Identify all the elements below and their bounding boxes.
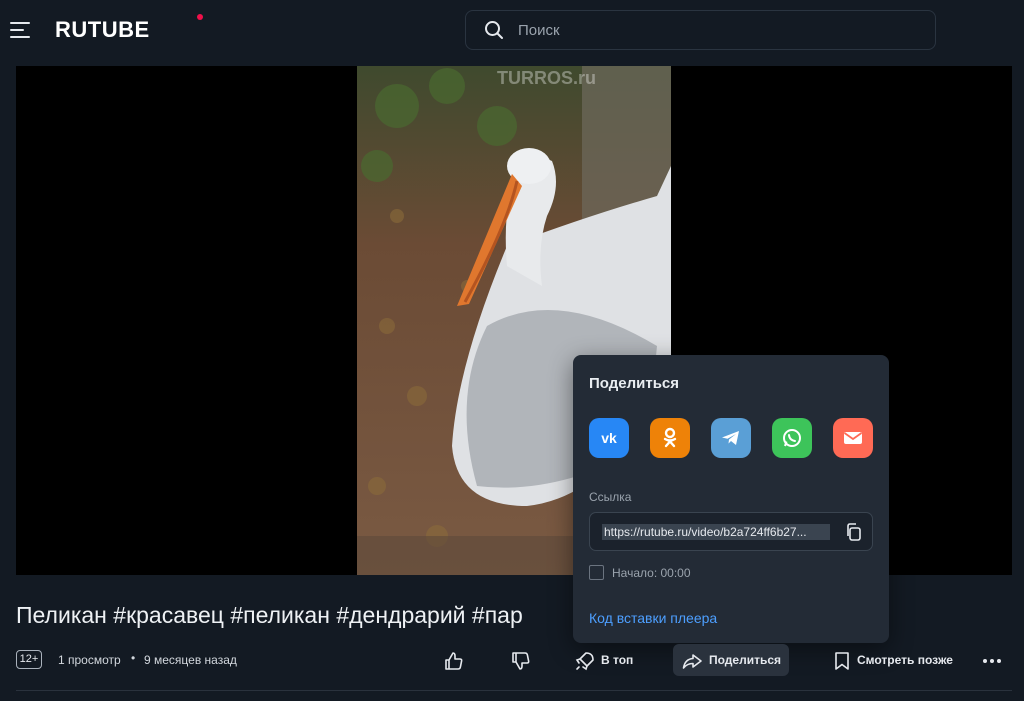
watch-later-button[interactable]: Смотреть позже <box>829 644 961 676</box>
email-icon <box>843 432 863 444</box>
search-icon[interactable] <box>484 20 504 40</box>
share-ok-button[interactable] <box>650 418 690 458</box>
meta-separator: • <box>131 651 136 665</box>
share-email-button[interactable] <box>833 418 873 458</box>
more-button[interactable] <box>980 644 1004 676</box>
to-top-label: В топ <box>601 653 634 667</box>
share-whatsapp-button[interactable] <box>772 418 812 458</box>
to-top-button[interactable]: В топ <box>570 644 642 676</box>
embed-code-link[interactable]: Код вставки плеера <box>589 610 717 626</box>
vk-icon: vk <box>601 430 617 446</box>
video-title: Пеликан #красавец #пеликан #дендрарий #п… <box>16 602 523 628</box>
whatsapp-icon <box>783 429 801 447</box>
search-box[interactable] <box>465 10 936 50</box>
svg-text:vk: vk <box>601 430 617 446</box>
share-telegram-button[interactable] <box>711 418 751 458</box>
search-input[interactable] <box>518 20 918 40</box>
divider <box>16 690 1012 691</box>
start-time-label: Начало: 00:00 <box>612 566 691 580</box>
share-link-value[interactable]: https://rutube.ru/video/b2a724ff6b27... <box>602 524 830 540</box>
dislike-button[interactable] <box>507 644 535 676</box>
share-arrow-icon <box>682 654 702 669</box>
bookmark-icon <box>835 652 849 670</box>
telegram-icon <box>722 431 739 445</box>
rutube-logo[interactable]: RUTUBE <box>55 17 150 43</box>
top-header: RUTUBE <box>0 0 1024 62</box>
video-watermark: TURROS.ru <box>497 68 596 88</box>
publish-date: 9 месяцев назад <box>144 653 237 667</box>
rocket-icon <box>575 652 594 671</box>
age-rating-badge: 12+ <box>16 650 42 669</box>
thumbs-down-icon <box>512 652 530 670</box>
menu-icon[interactable] <box>10 20 32 40</box>
start-time-checkbox[interactable] <box>589 565 604 580</box>
share-button[interactable]: Поделиться <box>673 644 789 676</box>
share-popup: Поделиться vk Ссылка https://rutube.ru/v <box>573 355 889 643</box>
share-popup-title: Поделиться <box>589 375 680 392</box>
thumbs-up-icon <box>445 652 463 670</box>
copy-icon[interactable] <box>844 522 864 542</box>
share-button-label: Поделиться <box>709 653 782 667</box>
share-link-field[interactable]: https://rutube.ru/video/b2a724ff6b27... <box>589 512 873 551</box>
views-count: 1 просмотр <box>58 653 121 667</box>
watch-later-label: Смотреть позже <box>857 653 953 667</box>
odnoklassniki-icon <box>663 427 677 448</box>
logo-dot <box>197 14 203 20</box>
link-label: Ссылка <box>589 490 632 504</box>
more-dots-icon <box>983 659 1001 663</box>
share-vk-button[interactable]: vk <box>589 418 629 458</box>
like-button[interactable] <box>440 644 468 676</box>
